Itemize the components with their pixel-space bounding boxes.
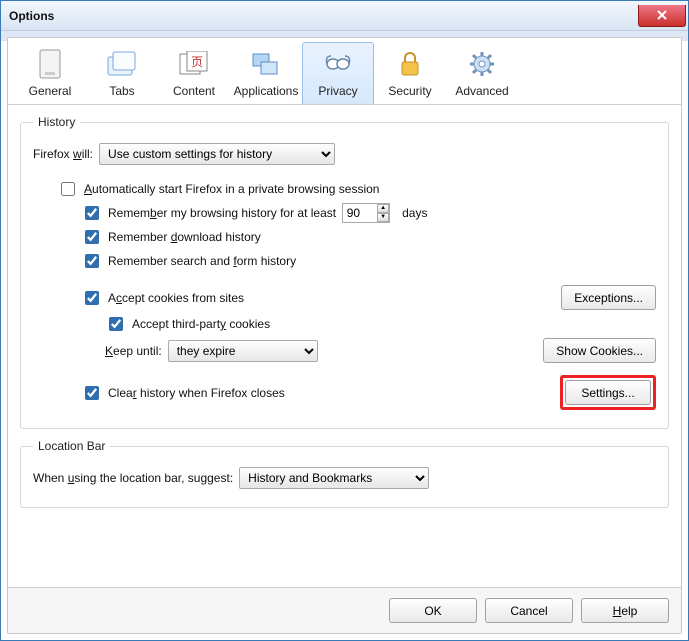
tab-content[interactable]: 页 Content [158, 42, 230, 104]
history-group: History Firefox will: Use custom setting… [20, 115, 669, 429]
tab-label: General [29, 84, 72, 98]
remember-browsing-row: Remember my browsing history for at leas… [81, 203, 656, 223]
privacy-panel: History Firefox will: Use custom setting… [8, 105, 681, 587]
remember-download-checkbox[interactable] [85, 230, 99, 244]
tab-label: Tabs [109, 84, 134, 98]
firefox-will-select[interactable]: Use custom settings for history [99, 143, 335, 165]
applications-icon [250, 48, 282, 80]
spin-buttons[interactable]: ▲▼ [377, 204, 389, 222]
tab-label: Applications [234, 84, 299, 98]
options-window: Options General Tabs 页 Co [0, 0, 689, 641]
privacy-icon [322, 48, 354, 80]
tab-label: Security [388, 84, 431, 98]
firefox-will-label: Firefox will: [33, 147, 93, 161]
cancel-button[interactable]: Cancel [485, 598, 573, 623]
location-bar-row: When using the location bar, suggest: Hi… [33, 467, 656, 489]
titlebar: Options [1, 1, 688, 31]
remember-download-label: Remember download history [108, 230, 261, 244]
days-spinner[interactable]: ▲▼ [342, 203, 390, 223]
accept-third-checkbox[interactable] [109, 317, 123, 331]
remember-form-checkbox[interactable] [85, 254, 99, 268]
location-bar-legend: Location Bar [33, 439, 110, 453]
accept-cookies-label: Accept cookies from sites [108, 291, 244, 305]
auto-private-label: Automatically start Firefox in a private… [84, 182, 379, 196]
ok-button[interactable]: OK [389, 598, 477, 623]
history-legend: History [33, 115, 80, 129]
dialog-body: General Tabs 页 Content Applications [7, 37, 682, 634]
keep-until-row: Keep until: they expire Show Cookies... [105, 338, 656, 363]
remember-form-label: Remember search and form history [108, 254, 296, 268]
tab-label: Content [173, 84, 215, 98]
settings-highlight: Settings... [560, 375, 656, 410]
tab-tabs[interactable]: Tabs [86, 42, 158, 104]
remember-browsing-label: Remember my browsing history for at leas… [108, 206, 336, 220]
clear-on-close-checkbox[interactable] [85, 386, 99, 400]
tab-label: Privacy [318, 84, 357, 98]
close-icon [657, 10, 667, 20]
remember-download-row: Remember download history [81, 227, 656, 247]
auto-private-checkbox[interactable] [61, 182, 75, 196]
remember-browsing-checkbox[interactable] [85, 206, 99, 220]
accept-third-row: Accept third-party cookies [105, 314, 656, 334]
spin-down[interactable]: ▼ [377, 213, 389, 222]
days-label: days [402, 206, 427, 220]
svg-text:页: 页 [191, 55, 203, 69]
location-bar-label: When using the location bar, suggest: [33, 471, 233, 485]
accept-cookies-row: Accept cookies from sites Exceptions... [81, 285, 656, 310]
location-bar-group: Location Bar When using the location bar… [20, 439, 669, 508]
tab-general[interactable]: General [14, 42, 86, 104]
spin-up[interactable]: ▲ [377, 204, 389, 213]
gear-icon [466, 48, 498, 80]
content-icon: 页 [178, 48, 210, 80]
settings-button[interactable]: Settings... [565, 380, 651, 405]
location-bar-select[interactable]: History and Bookmarks [239, 467, 429, 489]
close-button[interactable] [638, 5, 686, 27]
firefox-will-row: Firefox will: Use custom settings for hi… [33, 143, 656, 165]
show-cookies-button[interactable]: Show Cookies... [543, 338, 656, 363]
tab-privacy[interactable]: Privacy [302, 42, 374, 104]
help-button[interactable]: Help [581, 598, 669, 623]
auto-private-row: Automatically start Firefox in a private… [57, 179, 656, 199]
window-title: Options [9, 9, 54, 23]
clear-on-close-row: Clear history when Firefox closes Settin… [81, 375, 656, 410]
dialog-footer: OK Cancel Help [8, 587, 681, 633]
tab-security[interactable]: Security [374, 42, 446, 104]
tabs-icon [106, 48, 138, 80]
tab-label: Advanced [455, 84, 508, 98]
general-icon [34, 48, 66, 80]
keep-until-select[interactable]: they expire [168, 340, 318, 362]
accept-third-label: Accept third-party cookies [132, 317, 270, 331]
security-icon [394, 48, 426, 80]
clear-on-close-label: Clear history when Firefox closes [108, 386, 285, 400]
accept-cookies-checkbox[interactable] [85, 291, 99, 305]
remember-form-row: Remember search and form history [81, 251, 656, 271]
exceptions-button[interactable]: Exceptions... [561, 285, 656, 310]
category-tabs: General Tabs 页 Content Applications [8, 38, 681, 105]
keep-until-label: Keep until: [105, 344, 162, 358]
tab-advanced[interactable]: Advanced [446, 42, 518, 104]
tab-applications[interactable]: Applications [230, 42, 302, 104]
